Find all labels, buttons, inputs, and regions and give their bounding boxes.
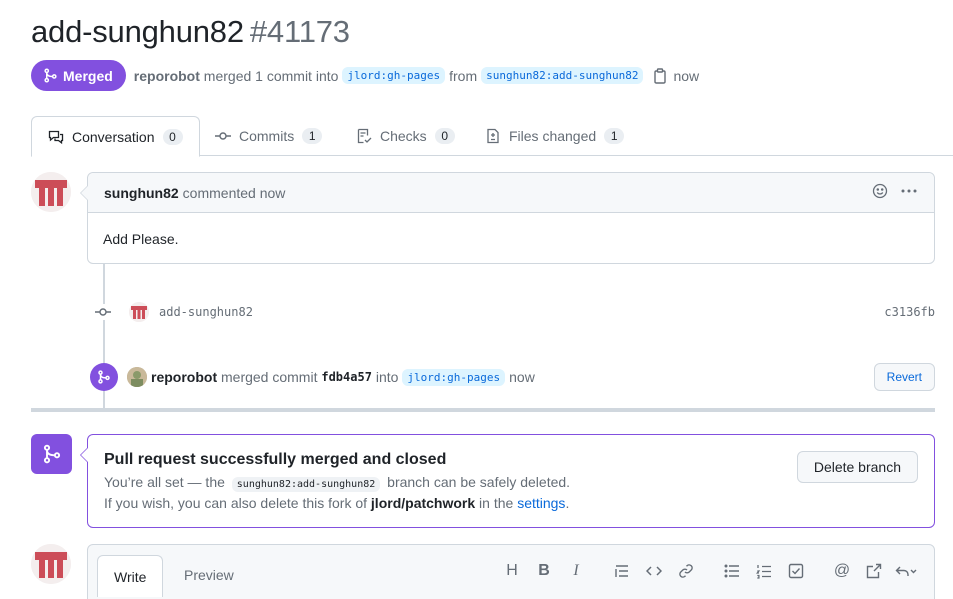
merge-time: now [509, 369, 535, 385]
merge-line1-post: branch can be safely deleted. [387, 474, 571, 490]
reference-icon[interactable] [858, 559, 890, 583]
meta-merged-text: merged 1 commit into [203, 67, 339, 84]
meta-from-text: from [449, 67, 478, 84]
git-merge-icon [44, 68, 57, 83]
code-icon[interactable] [638, 559, 670, 583]
pr-meta: Merged reporobot merged 1 commit into jl… [31, 60, 699, 91]
tab-label: Checks [380, 128, 427, 144]
merged-state-badge: Merged [31, 60, 126, 91]
merge-target-branch[interactable]: jlord:gh-pages [402, 368, 506, 386]
tab-counter: 0 [434, 128, 455, 144]
merge-event-row: reporobot merged commit fdb4a57 into jlo… [90, 362, 935, 392]
tab-files-changed[interactable]: Files changed 1 [485, 116, 625, 156]
editor-toolbar: H B I @ [496, 559, 922, 583]
write-tab[interactable]: Write [97, 555, 164, 597]
heading-icon[interactable]: H [496, 559, 528, 583]
commit-sha-link[interactable]: c3136fb [884, 305, 935, 319]
merge-line2-mid: in the [479, 495, 514, 511]
tab-counter: 1 [302, 128, 323, 144]
base-branch-chip[interactable]: jlord:gh-pages [342, 67, 446, 84]
tab-label: Files changed [509, 128, 597, 144]
commit-row: add-sunghun82 c3136fb [95, 300, 935, 324]
task-list-icon[interactable] [780, 559, 812, 583]
revert-button[interactable]: Revert [873, 363, 935, 391]
meta-time: now [673, 67, 700, 84]
merge-status-title: Pull request successfully merged and clo… [104, 451, 447, 468]
italic-icon[interactable]: I [560, 559, 592, 583]
pr-number: #41173 [249, 14, 350, 49]
git-commit-icon [215, 132, 231, 140]
meta-user-link[interactable]: reporobot [134, 68, 200, 84]
comment-box: sunghun82 commented now Add Please. [80, 172, 935, 264]
timeline-separator [31, 408, 935, 412]
git-commit-icon [95, 304, 111, 320]
merge-line2-end: . [565, 495, 570, 511]
comment-actions [872, 183, 918, 202]
merge-status-line1: You’re all set — the sunghun82:add-sungh… [104, 474, 918, 492]
tab-label: Conversation [72, 128, 155, 145]
state-label: Merged [63, 67, 113, 84]
commit-author-avatar[interactable] [129, 302, 149, 322]
comment-discussion-icon [48, 130, 64, 144]
settings-link[interactable]: settings [517, 495, 565, 511]
pr-title-text: add-sunghun82 [31, 14, 244, 49]
commit-message-link[interactable]: add-sunghun82 [159, 305, 253, 319]
fork-repo-name: jlord/patchwork [370, 495, 476, 511]
comment-header: sunghun82 commented now [88, 173, 934, 213]
comment-editor: Write Preview H B I @ [87, 544, 935, 599]
tab-checks[interactable]: Checks 0 [356, 116, 455, 156]
tab-conversation[interactable]: Conversation 0 [31, 116, 200, 157]
commenter-avatar[interactable] [31, 172, 71, 212]
merge-line2-pre: If you wish, you can also delete this fo… [104, 495, 368, 511]
unordered-list-icon[interactable] [716, 559, 748, 583]
tab-commits[interactable]: Commits 1 [215, 116, 323, 156]
ordered-list-icon[interactable] [748, 559, 780, 583]
checklist-icon [357, 128, 372, 144]
file-diff-icon [487, 128, 499, 144]
link-icon[interactable] [670, 559, 702, 583]
reporobot-avatar[interactable] [127, 367, 147, 387]
add-reaction-icon[interactable] [872, 183, 888, 202]
current-user-avatar[interactable] [31, 544, 71, 584]
merge-text: merged commit [221, 369, 318, 385]
bold-icon[interactable]: B [528, 559, 560, 583]
merge-status-icon [31, 434, 72, 474]
tab-counter: 0 [162, 128, 183, 145]
head-branch-chip[interactable]: sunghun82:add-sunghun82 [481, 67, 644, 84]
comment-action: commented now [182, 184, 286, 201]
comment-body: Add Please. [103, 231, 179, 247]
pr-title: add-sunghun82 #41173 [31, 14, 350, 50]
comment-author[interactable]: sunghun82 [104, 185, 179, 201]
merge-into-text: into [375, 369, 399, 385]
merge-status-line2: If you wish, you can also delete this fo… [104, 495, 918, 511]
tab-label: Commits [239, 128, 295, 144]
merge-status-box: Pull request successfully merged and clo… [80, 434, 935, 528]
quote-icon[interactable] [606, 559, 638, 583]
deletable-branch-chip: sunghun82:add-sunghun82 [231, 477, 381, 492]
mention-icon[interactable]: @ [826, 559, 858, 583]
preview-tab[interactable]: Preview [168, 555, 250, 595]
merge-user-link[interactable]: reporobot [151, 369, 217, 385]
pr-tabs: Conversation 0 Commits 1 Checks 0 Files … [31, 116, 953, 157]
copy-icon[interactable] [653, 67, 667, 84]
delete-branch-button[interactable]: Delete branch [796, 451, 918, 483]
kebab-menu-icon[interactable] [900, 183, 918, 202]
git-merge-icon [90, 363, 118, 391]
merge-line1-pre: You’re all set — the [104, 474, 225, 490]
tab-counter: 1 [604, 128, 625, 144]
undo-icon[interactable] [890, 559, 922, 583]
merge-commit-sha[interactable]: fdb4a57 [321, 370, 372, 384]
